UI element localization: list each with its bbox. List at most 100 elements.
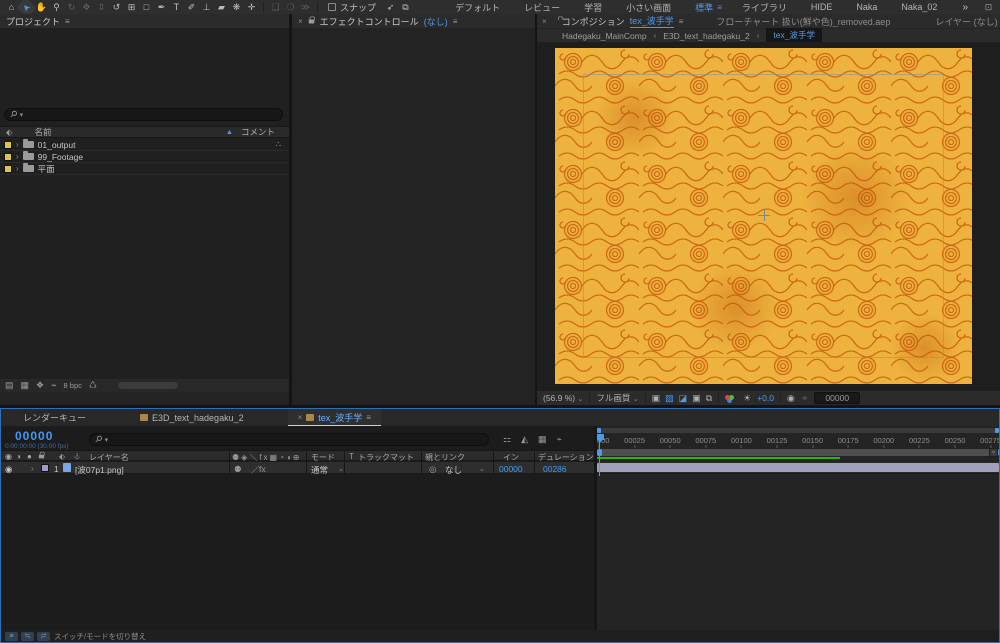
effect-controls-title[interactable]: エフェクトコントロール <box>320 15 419 28</box>
workspace-tab-学習[interactable]: 学習 <box>572 1 614 14</box>
layer-row[interactable]: ◉ › 1 [波07p1.png] ⚉ ／ fx 通常 ⌄ ◎ なし ⌄ 000… <box>1 462 594 476</box>
timeline-toggle-icon[interactable]: ≡ <box>5 631 18 641</box>
project-panel-title[interactable]: プロジェクト <box>6 15 60 28</box>
matte-t-column-header[interactable]: T <box>349 452 354 461</box>
video-column-icon[interactable]: ◉ <box>5 452 12 461</box>
composition-canvas[interactable] <box>555 48 972 384</box>
dolly-camera-tool-icon[interactable]: ⇕ <box>94 1 109 14</box>
project-search-input[interactable]: ⚲ ▾ <box>4 108 283 121</box>
pan-behind-tool-icon[interactable]: ⊞ <box>124 1 139 14</box>
draft-3d-icon[interactable]: ◭ <box>521 434 528 445</box>
exposure-value[interactable]: +0.0 <box>757 393 774 403</box>
resolution-dropdown[interactable]: フル画質 ⌄ <box>596 392 638 404</box>
project-row[interactable]: › 99_Footage <box>0 151 289 163</box>
parent-pickwhip-icon[interactable]: ◎ <box>429 464 436 475</box>
text-tool-icon[interactable]: T <box>169 0 184 13</box>
shape-tool-icon[interactable]: □ <box>139 0 154 13</box>
lock-column-icon[interactable] <box>38 451 45 459</box>
snap-options-icon[interactable]: ➶ <box>383 1 398 14</box>
navigator-end-handle[interactable] <box>995 428 999 433</box>
channel-color-icon[interactable] <box>725 394 737 402</box>
clone-stamp-tool-icon[interactable]: ⊥ <box>199 1 214 14</box>
search-options-icon[interactable]: ▾ <box>105 436 109 444</box>
snap-checkbox[interactable] <box>328 3 336 11</box>
rotation-tool-icon[interactable]: ↺ <box>109 1 124 14</box>
layer-duration-value[interactable]: 00286 <box>543 464 567 474</box>
effects-switch-icon[interactable]: fx <box>259 464 266 474</box>
panel-menu-icon[interactable]: ≡ <box>65 17 70 26</box>
sort-ascending-icon[interactable]: ▲ <box>226 129 233 136</box>
exposure-icon[interactable]: ☀ <box>743 393 751 404</box>
lock-icon[interactable] <box>308 15 315 23</box>
always-preview-icon[interactable]: ▣ <box>652 393 661 404</box>
transparency-grid-icon[interactable]: ▨ <box>665 393 674 404</box>
workspace-tab-レビュー[interactable]: レビュー <box>512 1 572 14</box>
magnification-dropdown[interactable]: (56.9 %) ⌄ <box>543 393 583 403</box>
snapshot-camera-icon[interactable]: ◉ <box>787 393 795 404</box>
new-folder-icon[interactable]: ▦ <box>21 380 30 391</box>
composition-tab-label[interactable]: コンポジション <box>562 15 625 28</box>
current-time-display[interactable]: 00000 <box>15 429 53 443</box>
comp-tab-tex[interactable]: × tex_波手学 ≡ <box>287 409 381 426</box>
motion-blur-icon[interactable]: ⌁ <box>557 434 562 445</box>
show-snapshot-icon[interactable]: ⚭ <box>801 393 809 404</box>
puppet-pin-tool-icon[interactable]: ✛ <box>244 1 259 14</box>
item-label-swatch[interactable] <box>4 152 12 161</box>
convert-vertex-tool-icon[interactable]: ≫ <box>298 1 313 14</box>
composition-tab-comp-name[interactable]: tex_波手学 <box>629 14 674 28</box>
number-column-icon[interactable]: ⎀ <box>74 452 80 462</box>
close-icon[interactable]: × <box>298 413 303 422</box>
expand-chevron-icon[interactable]: › <box>16 152 19 161</box>
composition-viewer[interactable] <box>537 42 1000 391</box>
timeline-search-input[interactable]: ⚲ ▾ <box>89 433 489 446</box>
color-depth-label[interactable]: 8 bpc <box>64 381 82 390</box>
workspace-search-icon[interactable]: ⊡ <box>981 1 996 14</box>
audio-column-icon[interactable]: ◑ <box>16 452 21 461</box>
workspace-tab-HIDE[interactable]: HIDE <box>799 2 845 12</box>
horizontal-scrollbar[interactable] <box>117 382 178 389</box>
label-column-icon[interactable]: ⬖ <box>6 127 13 138</box>
mask-feather-tool-icon[interactable]: ❏ <box>268 1 283 14</box>
hand-tool-icon[interactable]: ✋ <box>34 1 49 14</box>
region-of-interest-icon[interactable]: ▣ <box>692 393 701 404</box>
close-icon[interactable]: × <box>298 17 303 26</box>
search-options-icon[interactable]: ▾ <box>20 111 24 119</box>
layer-in-value[interactable]: 00000 <box>499 464 523 474</box>
workspace-tab-小さい画面[interactable]: 小さい画面 <box>614 1 683 14</box>
panel-menu-icon[interactable]: ≡ <box>679 17 684 26</box>
frame-blending-icon[interactable]: ▦ <box>538 434 547 445</box>
shy-switch-icon[interactable]: ⚉ <box>234 464 242 475</box>
comp-mini-flowchart-icon[interactable]: ⚏ <box>503 434 511 445</box>
workspace-tab-Naka_02[interactable]: Naka_02 <box>889 2 949 12</box>
project-row[interactable]: › 平面 <box>0 163 289 175</box>
workspace-overflow[interactable]: » <box>950 2 980 13</box>
time-navigator[interactable] <box>597 428 999 433</box>
item-label-swatch[interactable] <box>4 140 12 149</box>
item-label-swatch[interactable] <box>4 164 12 173</box>
breadcrumb-item[interactable]: E3D_text_hadegaku_2 <box>663 31 750 41</box>
current-frame-field[interactable]: 00000 <box>814 392 861 404</box>
brush-tool-icon[interactable]: ✐ <box>184 1 199 14</box>
layer-visibility-icon[interactable]: ◉ <box>5 464 12 475</box>
layer-expand-chevron[interactable]: › <box>31 464 34 473</box>
expand-chevron-icon[interactable]: › <box>16 164 19 173</box>
close-icon[interactable]: × <box>542 17 547 26</box>
timeline-toggle-icon[interactable]: ≒ <box>21 631 34 641</box>
pen-tool-icon[interactable]: ✒ <box>154 1 169 14</box>
layer-label-swatch[interactable] <box>41 464 49 472</box>
work-area-bar[interactable] <box>597 449 999 456</box>
orbit-camera-tool-icon[interactable]: ↻ <box>64 1 79 14</box>
parent-dropdown[interactable]: なし <box>445 464 462 476</box>
navigator-start-handle[interactable] <box>597 428 601 433</box>
render-queue-tab[interactable]: レンダーキュー <box>13 409 96 426</box>
zoom-tool-icon[interactable]: ⚲ <box>49 1 64 14</box>
workspace-tab-Naka[interactable]: Naka <box>844 2 889 12</box>
switches-modes-toggle-button[interactable]: スイッチ/モードを切り替え <box>54 631 146 642</box>
view-layout-icon[interactable]: ⧉ <box>706 393 712 404</box>
comment-column-header[interactable]: コメント <box>241 126 275 138</box>
name-column-header[interactable]: 名前 <box>35 126 52 138</box>
project-row[interactable]: › 01_output ∴ <box>0 139 289 151</box>
roto-brush-tool-icon[interactable]: ❋ <box>229 1 244 14</box>
mask-visibility-icon[interactable]: ◪ <box>679 393 688 404</box>
solo-column-icon[interactable]: ● <box>27 452 32 461</box>
